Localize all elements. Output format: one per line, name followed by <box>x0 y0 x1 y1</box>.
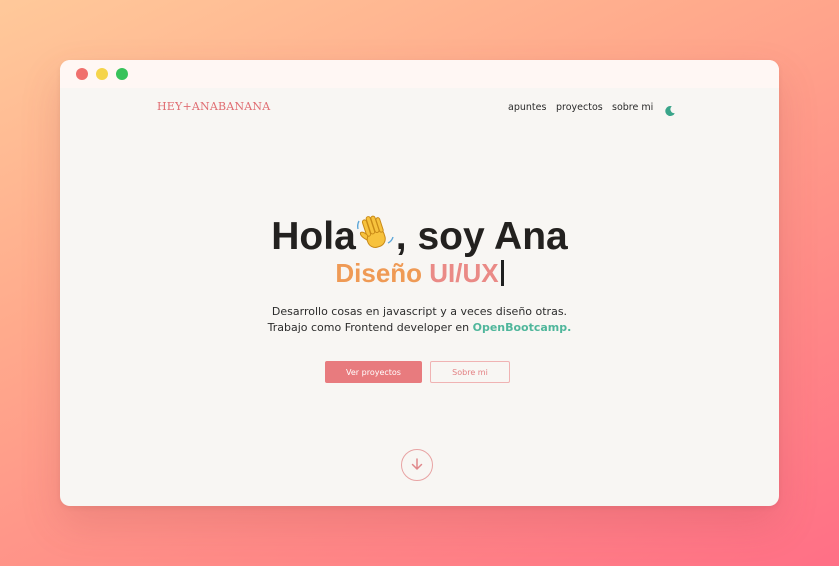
minimize-window-button[interactable] <box>96 68 108 80</box>
close-window-button[interactable] <box>76 68 88 80</box>
moon-icon[interactable] <box>664 102 676 116</box>
typing-cursor <box>500 260 504 286</box>
hero-description-line-1: Desarrollo cosas en javascript y a veces… <box>271 305 568 318</box>
hero-description-line-2: Trabajo como Frontend developer en OpenB… <box>60 321 779 334</box>
view-projects-button[interactable]: Ver proyectos <box>325 361 422 383</box>
openbootcamp-link[interactable]: OpenBootcamp <box>473 321 568 334</box>
arrow-down-icon <box>410 456 424 475</box>
hero-title: Hola , soy Ana <box>60 213 779 260</box>
site-logo[interactable]: HEY+ANABANANA <box>157 100 270 113</box>
description-prefix: Trabajo como Frontend developer en <box>267 321 473 334</box>
greeting-end: , soy Ana <box>395 215 568 258</box>
scroll-down-button[interactable] <box>401 449 433 481</box>
browser-window: HEY+ANABANANA apuntes proyectos sobre mi… <box>60 60 779 506</box>
nav-item-sobre-mi[interactable]: sobre mi <box>612 102 653 113</box>
hero-role: Diseño UI/UX <box>60 258 779 288</box>
description-suffix: . <box>567 321 572 334</box>
about-me-button[interactable]: Sobre mi <box>430 361 510 383</box>
role-part-2: UI/UX <box>429 258 499 288</box>
maximize-window-button[interactable] <box>116 68 128 80</box>
nav-item-apuntes[interactable]: apuntes <box>508 102 546 113</box>
waving-hand-icon <box>356 213 396 253</box>
nav-item-proyectos[interactable]: proyectos <box>556 102 603 113</box>
role-part-1: Diseño <box>335 258 423 288</box>
window-titlebar <box>60 60 779 88</box>
greeting-start: Hola <box>271 215 356 258</box>
